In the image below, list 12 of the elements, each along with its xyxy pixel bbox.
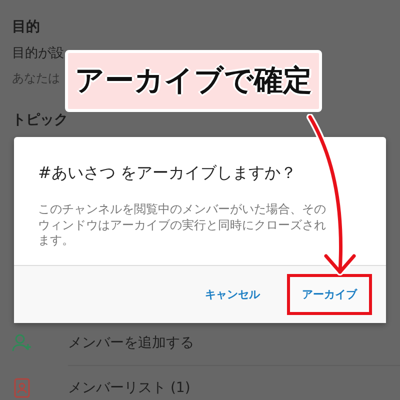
contact-book-icon[interactable] xyxy=(12,378,32,398)
text-button[interactable]: キャンセル xyxy=(190,274,275,315)
section-heading: トピック xyxy=(12,111,68,129)
dialog-title: #あいさつ をアーカイブしますか？ xyxy=(38,163,298,184)
callout-label: アーカイブで確定 xyxy=(65,50,322,112)
menu-item[interactable]: メンバーリスト (1) xyxy=(68,379,190,397)
section-text: 目的が設 xyxy=(12,45,64,62)
dialog-message: このチャンネルを閲覧中のメンバーがいた場合、そのウィンドウはアーカイブの実行と同時にクローズされます。 xyxy=(38,202,327,249)
highlighted-button[interactable]: アーカイブ xyxy=(287,274,372,315)
menu-item[interactable]: メンバーを追加する xyxy=(68,334,194,352)
person-plus-icon[interactable] xyxy=(12,333,32,353)
section-heading: 目的 xyxy=(12,18,40,36)
